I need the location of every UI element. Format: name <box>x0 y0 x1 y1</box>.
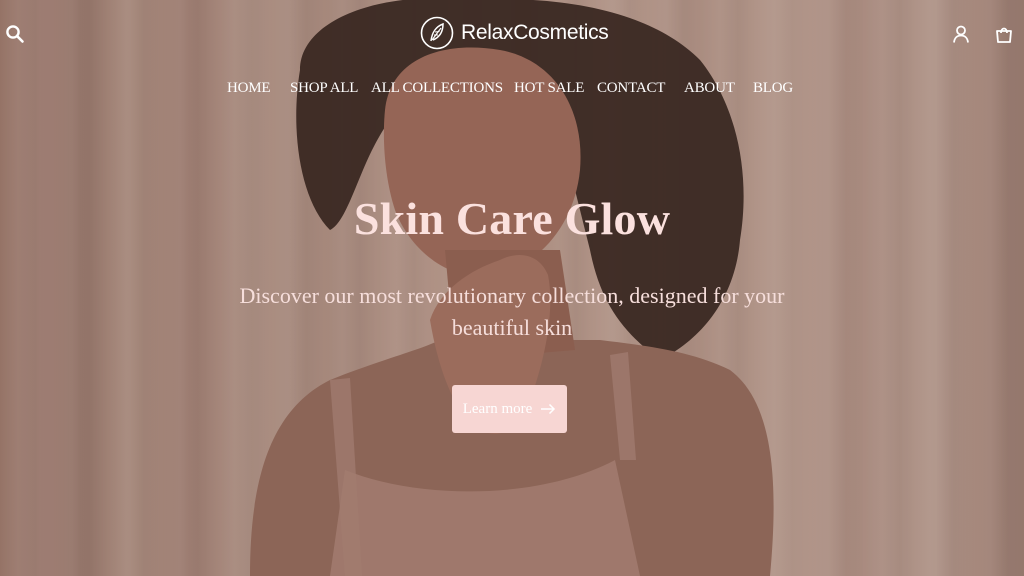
brand-name: RelaxCosmetics <box>461 21 609 44</box>
nav-all-collections[interactable]: ALL COLLECTIONS <box>371 80 503 97</box>
main-nav: HOME SHOP ALL ALL COLLECTIONS HOT SALE C… <box>0 80 1024 102</box>
brand-logo[interactable]: RelaxCosmetics <box>420 13 609 53</box>
search-button[interactable] <box>2 21 28 47</box>
nav-hot-sale[interactable]: HOT SALE <box>514 80 584 97</box>
search-icon <box>6 25 24 43</box>
nav-contact[interactable]: CONTACT <box>597 80 665 97</box>
site-header: RelaxCosmetics <box>0 0 1024 70</box>
cart-button[interactable] <box>991 21 1017 47</box>
nav-shop-all[interactable]: SHOP ALL <box>290 80 358 97</box>
hero-subtitle: Discover our most revolutionary collecti… <box>239 283 785 340</box>
hero-title: Skin Care Glow <box>353 193 671 244</box>
shopping-bag-icon <box>996 27 1012 43</box>
arrow-right-icon <box>540 403 556 415</box>
nav-blog[interactable]: BLOG <box>753 80 793 97</box>
learn-more-label: Learn more <box>462 400 533 417</box>
account-button[interactable] <box>948 21 974 47</box>
hero-banner: RelaxCosmetics HOME SHOP ALL ALL COLLECT… <box>0 0 1024 576</box>
nav-home[interactable]: HOME <box>227 80 271 97</box>
leaf-logo-icon <box>420 16 454 50</box>
nav-about[interactable]: ABOUT <box>684 80 735 97</box>
learn-more-button[interactable]: Learn more <box>452 385 567 433</box>
user-icon <box>953 25 969 43</box>
